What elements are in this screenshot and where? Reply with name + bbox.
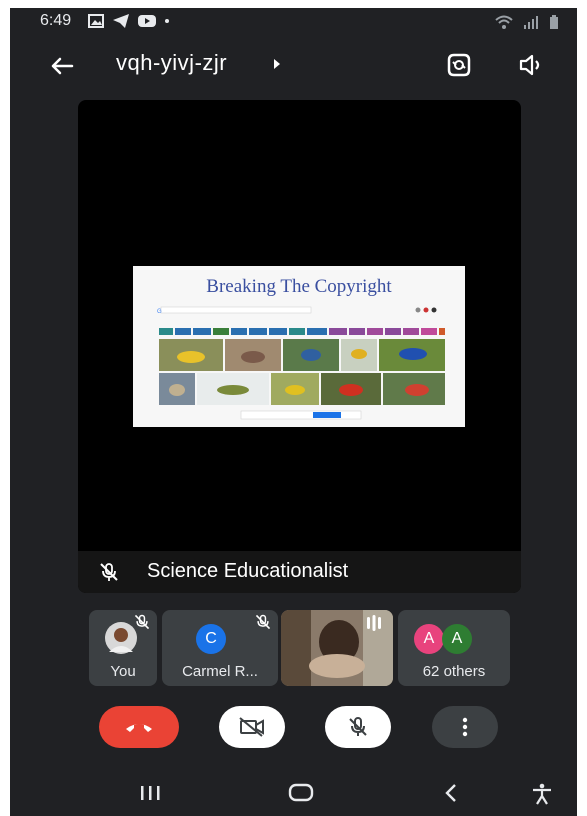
gallery-icon xyxy=(88,14,104,28)
more-options-button[interactable] xyxy=(432,706,498,748)
mic-off-icon xyxy=(134,614,150,630)
presenter-name: Science Educationalist xyxy=(147,560,349,582)
back-arrow-icon[interactable] xyxy=(46,50,78,82)
mic-off-icon xyxy=(255,614,271,630)
speaker-icon[interactable] xyxy=(518,52,546,78)
avatar-initial: A xyxy=(451,630,463,647)
notification-icons xyxy=(88,14,170,28)
home-icon[interactable] xyxy=(288,782,314,804)
end-call-icon xyxy=(126,724,152,732)
participant-tile-video[interactable] xyxy=(281,610,393,686)
meeting-code[interactable]: vqh-yivj-zjr xyxy=(116,50,227,76)
phone-screen: 6:49 vqh-yivj-zjr Breaking The Copyright… xyxy=(10,8,577,816)
system-icons xyxy=(495,14,559,30)
recent-apps-icon[interactable] xyxy=(138,782,162,804)
youtube-icon xyxy=(138,15,156,27)
avatar-initial: C xyxy=(205,630,217,647)
more-icon xyxy=(462,717,468,737)
presentation-stage[interactable]: Breaking The Copyright G Science Educati… xyxy=(78,100,521,593)
mic-off-icon xyxy=(349,717,367,736)
shared-slide: Breaking The Copyright G xyxy=(133,266,465,427)
signal-icon xyxy=(524,16,538,29)
status-time: 6:49 xyxy=(40,12,72,29)
participant-tile-carmel[interactable]: C Carmel R... xyxy=(162,610,278,686)
camera-off-icon xyxy=(239,717,264,737)
accessibility-icon[interactable] xyxy=(530,782,554,806)
participant-label: Carmel R... xyxy=(182,663,258,680)
battery-icon xyxy=(550,15,558,29)
slide-screenshot: G xyxy=(157,306,445,420)
participant-label: 62 others xyxy=(422,663,486,680)
wifi-icon xyxy=(495,15,513,29)
dot-icon xyxy=(165,19,169,23)
audio-level-icon xyxy=(367,615,381,631)
end-call-button[interactable] xyxy=(99,706,179,748)
system-nav-bar xyxy=(10,778,577,816)
status-bar: 6:49 xyxy=(10,8,577,38)
presenter-bar: Science Educationalist xyxy=(78,551,521,593)
telegram-icon xyxy=(113,14,129,28)
back-icon[interactable] xyxy=(442,782,460,804)
participant-tile-you[interactable]: You xyxy=(89,610,157,686)
avatar-initial: A xyxy=(423,630,435,647)
participant-tile-others[interactable]: A A 62 others xyxy=(398,610,510,686)
caret-right-icon[interactable] xyxy=(272,58,282,70)
slide-title: Breaking The Copyright xyxy=(206,276,392,297)
switch-camera-icon[interactable] xyxy=(444,52,474,78)
participant-label: You xyxy=(110,663,136,680)
camera-toggle-button[interactable] xyxy=(219,706,285,748)
mic-off-icon xyxy=(100,563,118,581)
avatar: A xyxy=(414,624,444,654)
svg-text:G: G xyxy=(157,309,162,315)
avatar: C xyxy=(196,624,226,654)
avatar: A xyxy=(442,624,472,654)
mic-toggle-button[interactable] xyxy=(325,706,391,748)
meeting-header: vqh-yivj-zjr xyxy=(10,46,577,86)
